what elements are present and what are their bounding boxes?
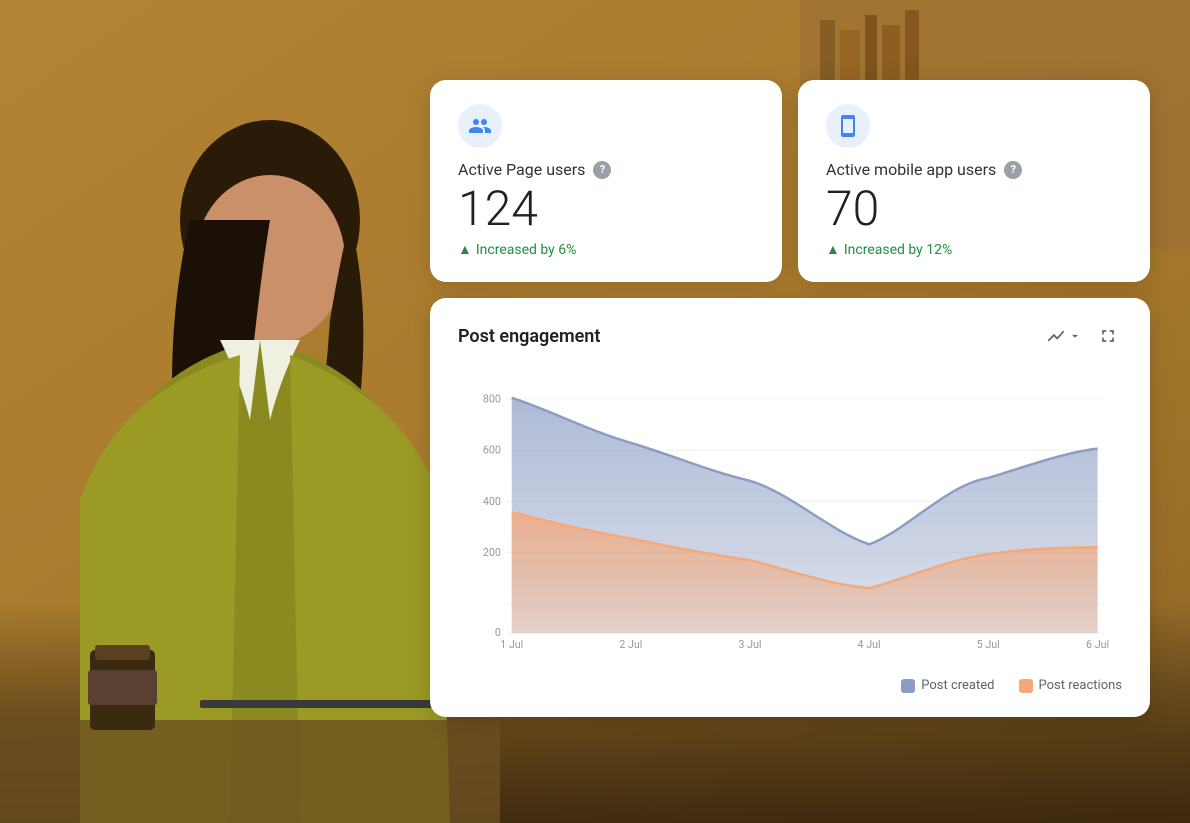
users-icon (468, 114, 492, 138)
chart-type-button[interactable] (1042, 322, 1086, 350)
active-mobile-users-card: Active mobile app users ? 70 ▲ Increased… (798, 80, 1150, 282)
page-users-help-icon[interactable]: ? (593, 161, 611, 179)
chart-controls (1042, 322, 1122, 350)
mobile-users-title-row: Active mobile app users ? (826, 160, 1122, 179)
post-reactions-legend-label: Post reactions (1039, 678, 1123, 693)
svg-text:2 Jul: 2 Jul (619, 638, 642, 651)
svg-text:1 Jul: 1 Jul (500, 638, 523, 651)
expand-icon (1098, 326, 1118, 346)
post-reactions-legend: Post reactions (1019, 678, 1123, 693)
mobile-icon (836, 114, 860, 138)
chart-header: Post engagement (458, 322, 1122, 350)
svg-text:600: 600 (483, 444, 501, 457)
mobile-users-title: Active mobile app users (826, 160, 996, 179)
svg-text:3 Jul: 3 Jul (738, 638, 761, 651)
page-users-title: Active Page users (458, 160, 585, 179)
mobile-users-icon-wrap (826, 104, 870, 148)
svg-text:400: 400 (483, 495, 501, 508)
top-cards-row: Active Page users ? 124 ▲ Increased by 6… (430, 80, 1150, 282)
post-created-legend-label: Post created (921, 678, 994, 693)
mobile-users-trend-text: Increased by 12% (844, 242, 952, 258)
chart-title: Post engagement (458, 326, 600, 347)
svg-text:200: 200 (483, 546, 501, 559)
svg-text:5 Jul: 5 Jul (977, 638, 1000, 651)
dropdown-arrow-icon (1068, 329, 1082, 343)
page-users-value: 124 (458, 185, 754, 233)
page-users-trend-arrow: ▲ (458, 241, 472, 258)
post-engagement-chart-card: Post engagement (430, 298, 1150, 717)
chart-area: 800 600 400 200 0 1 Jul 2 Jul 3 Jul 4 Ju… (458, 366, 1122, 666)
mobile-users-help-icon[interactable]: ? (1004, 161, 1022, 179)
chart-type-icon (1046, 326, 1066, 346)
post-created-legend-dot (901, 679, 915, 693)
page-users-icon-wrap (458, 104, 502, 148)
page-users-trend: ▲ Increased by 6% (458, 241, 754, 258)
chart-svg: 800 600 400 200 0 1 Jul 2 Jul 3 Jul 4 Ju… (458, 366, 1122, 666)
cards-area: Active Page users ? 124 ▲ Increased by 6… (430, 80, 1150, 717)
mobile-users-value: 70 (826, 185, 1122, 233)
page-users-title-row: Active Page users ? (458, 160, 754, 179)
svg-text:800: 800 (483, 393, 501, 406)
svg-text:6 Jul: 6 Jul (1086, 638, 1109, 651)
chart-legend: Post created Post reactions (458, 678, 1122, 693)
mobile-users-trend: ▲ Increased by 12% (826, 241, 1122, 258)
active-page-users-card: Active Page users ? 124 ▲ Increased by 6… (430, 80, 782, 282)
svg-text:4 Jul: 4 Jul (858, 638, 881, 651)
chart-expand-button[interactable] (1094, 322, 1122, 350)
mobile-users-trend-arrow: ▲ (826, 241, 840, 258)
post-created-legend: Post created (901, 678, 994, 693)
page-users-trend-text: Increased by 6% (476, 242, 577, 258)
post-reactions-legend-dot (1019, 679, 1033, 693)
